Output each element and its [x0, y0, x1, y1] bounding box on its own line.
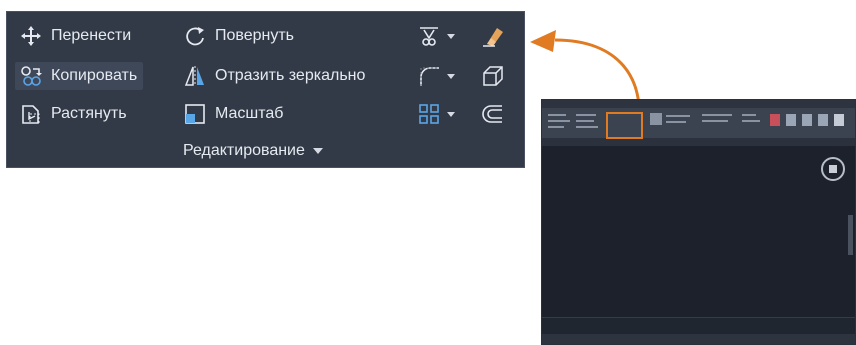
trim-button[interactable] [417, 22, 455, 50]
thumbnail-statusbar [542, 334, 855, 344]
explode-icon [481, 64, 505, 88]
stretch-label: Растянуть [51, 105, 127, 122]
array-button[interactable] [417, 100, 455, 128]
copy-button[interactable]: Копировать [15, 62, 144, 90]
thumbnail-navbar [848, 215, 853, 255]
fillet-dropdown-icon[interactable] [447, 73, 455, 79]
copy-icon [19, 64, 43, 88]
move-label: Перенести [51, 27, 132, 44]
thumbnail-titlebar [542, 100, 855, 108]
rotate-icon [183, 24, 207, 48]
offset-icon [481, 102, 505, 126]
trim-dropdown-icon[interactable] [447, 33, 455, 39]
offset-button[interactable] [481, 100, 505, 128]
fillet-button[interactable] [417, 62, 455, 90]
trim-icon [417, 24, 441, 48]
rotate-button[interactable]: Повернуть [179, 22, 300, 50]
modify-panel-highlight [606, 112, 643, 139]
panel-title: Редактирование [183, 142, 305, 159]
erase-button[interactable] [481, 22, 505, 50]
scale-label: Масштаб [215, 105, 284, 122]
application-thumbnail [541, 99, 856, 345]
erase-icon [481, 24, 505, 48]
mirror-label: Отразить зеркально [215, 67, 366, 84]
thumbnail-tabs [542, 138, 855, 146]
array-icon [417, 102, 441, 126]
illustration: Перенести Копировать Растянуть Повернуть… [0, 0, 856, 345]
move-button[interactable]: Перенести [15, 22, 137, 50]
chevron-down-icon [312, 148, 323, 154]
modify-panel: Перенести Копировать Растянуть Повернуть… [6, 11, 525, 168]
stretch-button[interactable]: Растянуть [15, 100, 133, 128]
mirror-icon [183, 64, 207, 88]
viewcube-icon [821, 157, 845, 181]
thumbnail-drawing-area [542, 146, 855, 318]
array-dropdown-icon[interactable] [447, 111, 455, 117]
panel-title-button[interactable]: Редактирование [183, 142, 323, 160]
explode-button[interactable] [481, 62, 505, 90]
copy-label: Копировать [51, 67, 138, 84]
scale-button[interactable]: Масштаб [179, 100, 289, 128]
scale-icon [183, 102, 207, 126]
thumbnail-command-line [542, 317, 855, 334]
mirror-button[interactable]: Отразить зеркально [179, 62, 371, 90]
rotate-label: Повернуть [215, 27, 295, 44]
stretch-icon [19, 102, 43, 126]
thumbnail-ribbon [542, 108, 855, 138]
fillet-icon [417, 64, 441, 88]
move-icon [19, 24, 43, 48]
